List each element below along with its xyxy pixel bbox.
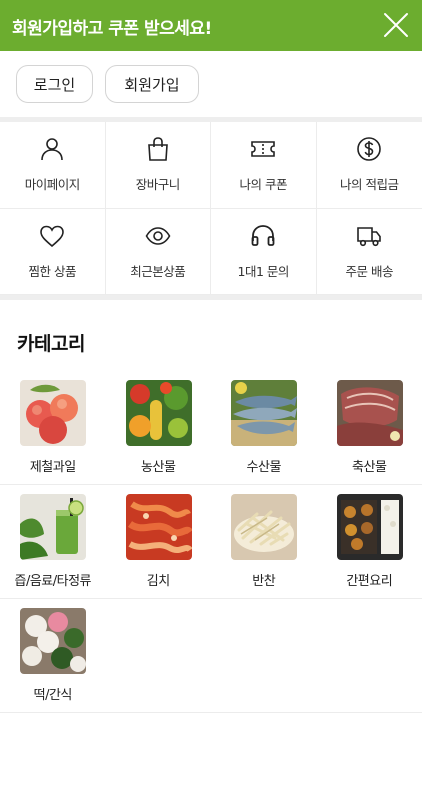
menu-item-label: 마이페이지 (24, 177, 81, 192)
menu-item-label: 나의 적립금 (340, 177, 399, 192)
heart-icon (39, 223, 65, 249)
category-item-sidedish[interactable]: 반찬 (211, 486, 317, 599)
category-label: 반찬 (252, 574, 276, 589)
meal-box-image (336, 494, 403, 560)
truck-icon (356, 223, 382, 249)
category-label: 제철과일 (29, 460, 76, 475)
category-item-seafood[interactable]: 수산물 (211, 372, 317, 485)
login-button[interactable]: 로그인 (16, 65, 93, 103)
eye-icon (145, 223, 171, 249)
menu-item-wishlist[interactable]: 찜한 상품 (0, 208, 106, 295)
menu-item-label: 나의 쿠폰 (239, 177, 288, 192)
quick-menu: 마이페이지 장바구니 나의 쿠폰 나의 적립금 찜한 상품 최근본상품 1대1 … (0, 122, 422, 295)
category-label: 즙/음료/타정류 (14, 574, 92, 589)
signup-banner[interactable]: 회원가입하고 쿠폰 받으세요! (0, 0, 422, 51)
menu-item-cart[interactable]: 장바구니 (105, 122, 211, 209)
category-label: 수산물 (246, 460, 282, 475)
menu-item-coupon[interactable]: 나의 쿠폰 (211, 122, 317, 209)
category-label: 떡/간식 (33, 688, 73, 703)
category-item-juice[interactable]: 즙/음료/타정류 (0, 486, 106, 599)
menu-item-mypage[interactable]: 마이페이지 (0, 122, 106, 209)
menu-item-label: 1대1 문의 (237, 263, 290, 279)
meat-image (336, 380, 403, 446)
kimchi-image (125, 494, 192, 560)
headset-icon (250, 223, 276, 249)
menu-item-label: 주문 배송 (345, 263, 394, 279)
dollar-coin-icon (356, 136, 382, 162)
side-dish-image (231, 494, 297, 560)
signup-button[interactable]: 회원가입 (105, 65, 199, 103)
category-item-meat[interactable]: 축산물 (317, 372, 422, 485)
category-label: 농산물 (141, 460, 176, 475)
menu-item-points[interactable]: 나의 적립금 (316, 122, 422, 209)
fish-image (231, 380, 297, 446)
shopping-bag-icon (145, 136, 171, 162)
category-item-kimchi[interactable]: 김치 (106, 486, 212, 599)
menu-item-delivery[interactable]: 주문 배송 (316, 209, 422, 295)
green-juice-image (20, 494, 86, 560)
category-label: 축산물 (352, 460, 387, 475)
menu-item-label: 최근본상품 (130, 263, 186, 279)
auth-bar: 로그인 회원가입 (0, 51, 422, 117)
menu-item-inquiry[interactable]: 1대1 문의 (211, 208, 317, 295)
category-label: 김치 (146, 574, 170, 589)
category-title: 카테고리 (17, 333, 85, 355)
section-divider (0, 295, 422, 300)
category-label: 간편요리 (346, 574, 393, 589)
rice-cake-image (20, 608, 86, 674)
banner-text: 회원가입하고 쿠폰 받으세요! (12, 19, 212, 39)
person-icon (39, 136, 65, 162)
category-item-ricecake[interactable]: 떡/간식 (0, 600, 106, 713)
category-item-produce[interactable]: 농산물 (106, 372, 212, 485)
peaches-image (20, 380, 86, 446)
category-item-easymeal[interactable]: 간편요리 (317, 486, 422, 599)
menu-item-label: 찜한 상품 (28, 263, 77, 279)
close-icon[interactable] (383, 12, 409, 38)
vegetables-image (125, 380, 192, 446)
menu-item-label: 장바구니 (135, 177, 181, 192)
coupon-icon (250, 136, 276, 162)
menu-item-recent[interactable]: 최근본상품 (105, 208, 211, 295)
category-item-fruit[interactable]: 제철과일 (0, 372, 106, 485)
